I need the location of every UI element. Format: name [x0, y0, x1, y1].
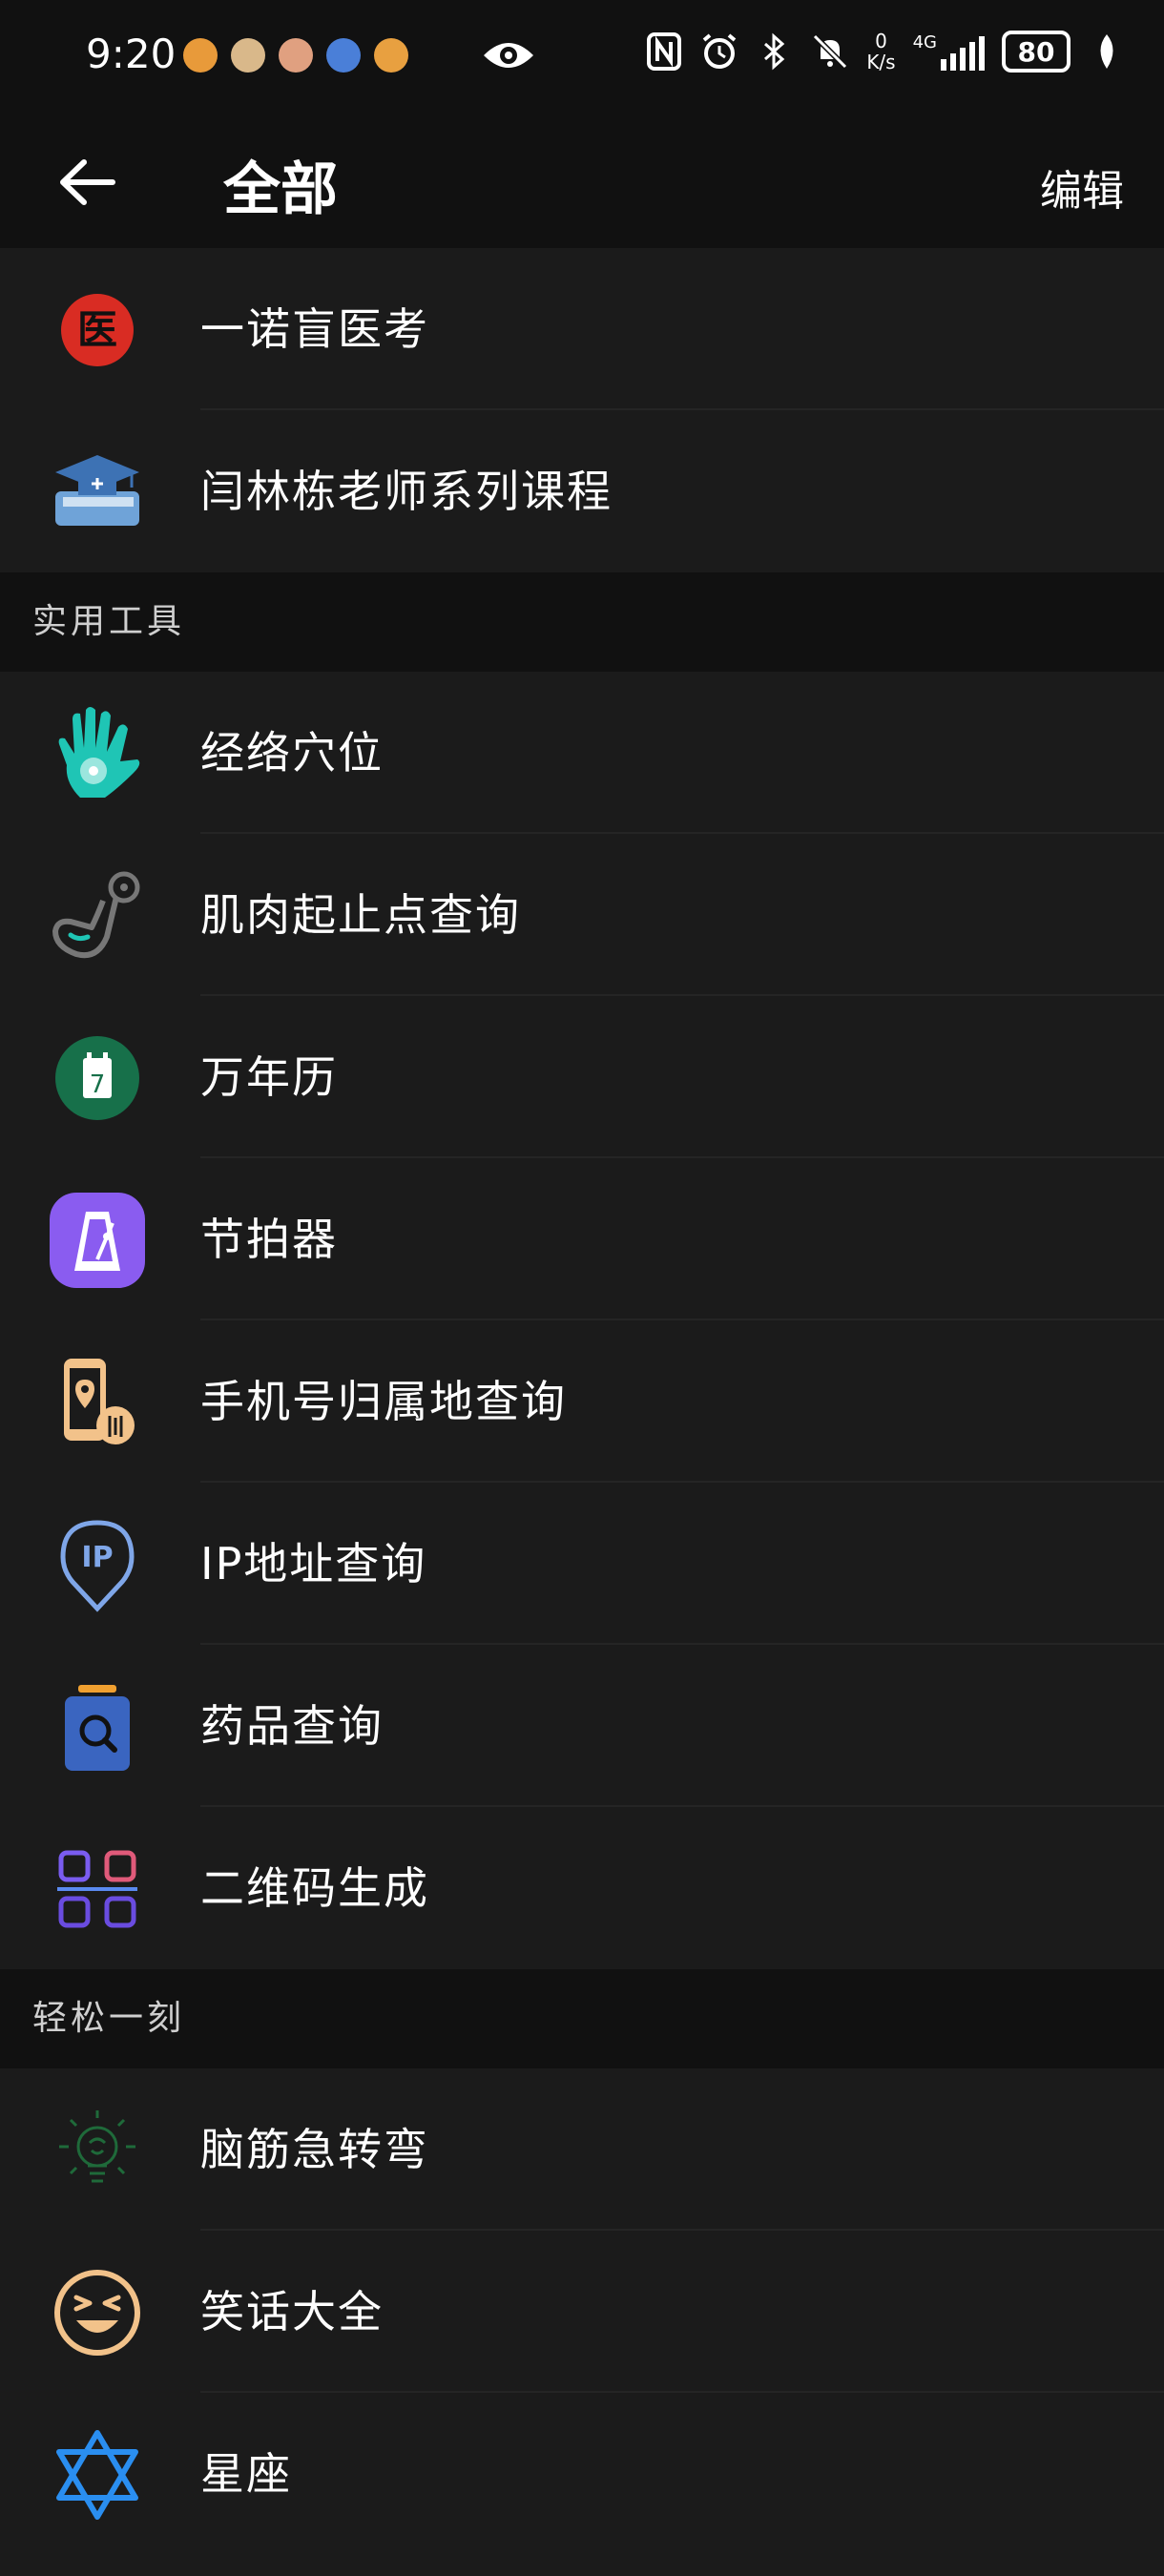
item-label: 肌肉起止点查询	[200, 889, 521, 941]
section-header-tools: 实用工具	[0, 572, 1164, 672]
bluetooth-icon	[756, 32, 794, 71]
item-label: 药品查询	[200, 1700, 384, 1752]
list-item[interactable]: 二维码生成	[0, 1807, 1164, 1969]
item-label: 二维码生成	[200, 1862, 429, 1914]
item-label: 笑话大全	[200, 2286, 384, 2337]
list-item[interactable]: IP IP地址查询	[0, 1483, 1164, 1645]
laughing-face-icon	[50, 2265, 145, 2360]
back-arrow-icon[interactable]	[55, 151, 118, 214]
eye-icon	[484, 43, 533, 68]
list-item[interactable]: 星座	[0, 2393, 1164, 2555]
calendar-icon: 7	[50, 1030, 145, 1126]
list-item[interactable]: 脑筋急转弯	[0, 2068, 1164, 2231]
svg-text:医: 医	[77, 306, 117, 353]
app-notification-icon	[326, 38, 361, 73]
app-notification-icon	[279, 38, 313, 73]
list-item[interactable]: 手机号归属地查询	[0, 1320, 1164, 1483]
section-title: 轻松一刻	[32, 1999, 186, 2038]
section-header-leisure: 轻松一刻	[0, 1969, 1164, 2068]
qr-code-icon	[50, 1841, 145, 1937]
hand-acupoint-icon	[50, 706, 145, 801]
app-notification-icon	[231, 38, 265, 73]
item-label: 星座	[200, 2448, 292, 2500]
leaf-icon	[1088, 32, 1126, 71]
star-of-david-icon	[50, 2427, 145, 2523]
battery-indicator: 80	[1002, 31, 1070, 73]
graduation-book-icon	[50, 445, 145, 540]
section-title: 实用工具	[32, 602, 186, 641]
ip-location-icon: IP	[50, 1517, 145, 1612]
list-item[interactable]: 肌肉起止点查询	[0, 834, 1164, 996]
net-speed: 0 K/s	[866, 30, 896, 73]
item-label: IP地址查询	[200, 1538, 427, 1589]
svg-text:7: 7	[90, 1070, 106, 1099]
tool-list: 医 一诺盲医考 闫林栋老师系列课程 实用工具 经络穴位 肌肉起止点查询 7 万年…	[0, 248, 1164, 2555]
status-time: 9:20	[86, 31, 177, 77]
lightbulb-brain-icon	[50, 2103, 145, 2198]
page-title: 全部	[223, 156, 338, 223]
app-notification-icon	[183, 38, 218, 73]
svg-text:IP: IP	[81, 1541, 113, 1574]
mute-bell-icon	[811, 32, 849, 71]
edit-button[interactable]: 编辑	[1040, 156, 1124, 218]
app-notification-icon	[374, 38, 408, 73]
item-label: 节拍器	[200, 1214, 338, 1265]
muscle-arm-icon	[50, 868, 145, 964]
list-item[interactable]: 经络穴位	[0, 672, 1164, 834]
app-header: 全部 编辑	[0, 114, 1164, 248]
notification-icons	[183, 38, 408, 73]
net-type: 4G	[912, 32, 937, 52]
list-item[interactable]: 医 一诺盲医考	[0, 248, 1164, 410]
item-label: 闫林栋老师系列课程	[200, 466, 613, 517]
list-item[interactable]: 节拍器	[0, 1158, 1164, 1320]
list-item[interactable]: 笑话大全	[0, 2231, 1164, 2393]
alarm-icon	[700, 32, 738, 71]
phone-location-icon	[50, 1355, 145, 1450]
metronome-icon	[50, 1193, 145, 1288]
medical-exam-icon: 医	[50, 282, 145, 378]
nfc-icon	[645, 32, 683, 71]
list-item[interactable]: 药品查询	[0, 1645, 1164, 1807]
list-item[interactable]: 闫林栋老师系列课程	[0, 410, 1164, 572]
item-label: 一诺盲医考	[200, 303, 429, 355]
item-label: 手机号归属地查询	[200, 1376, 567, 1427]
status-right: 0 K/s 4G 80	[645, 31, 1126, 73]
status-bar: 9:20 0 K/s 4G 80	[0, 0, 1164, 114]
item-label: 万年历	[200, 1051, 338, 1103]
signal-icon: 4G	[913, 32, 985, 71]
medicine-search-icon	[50, 1679, 145, 1775]
item-label: 经络穴位	[200, 727, 384, 779]
list-item[interactable]: 7 万年历	[0, 996, 1164, 1158]
item-label: 脑筋急转弯	[200, 2124, 429, 2175]
